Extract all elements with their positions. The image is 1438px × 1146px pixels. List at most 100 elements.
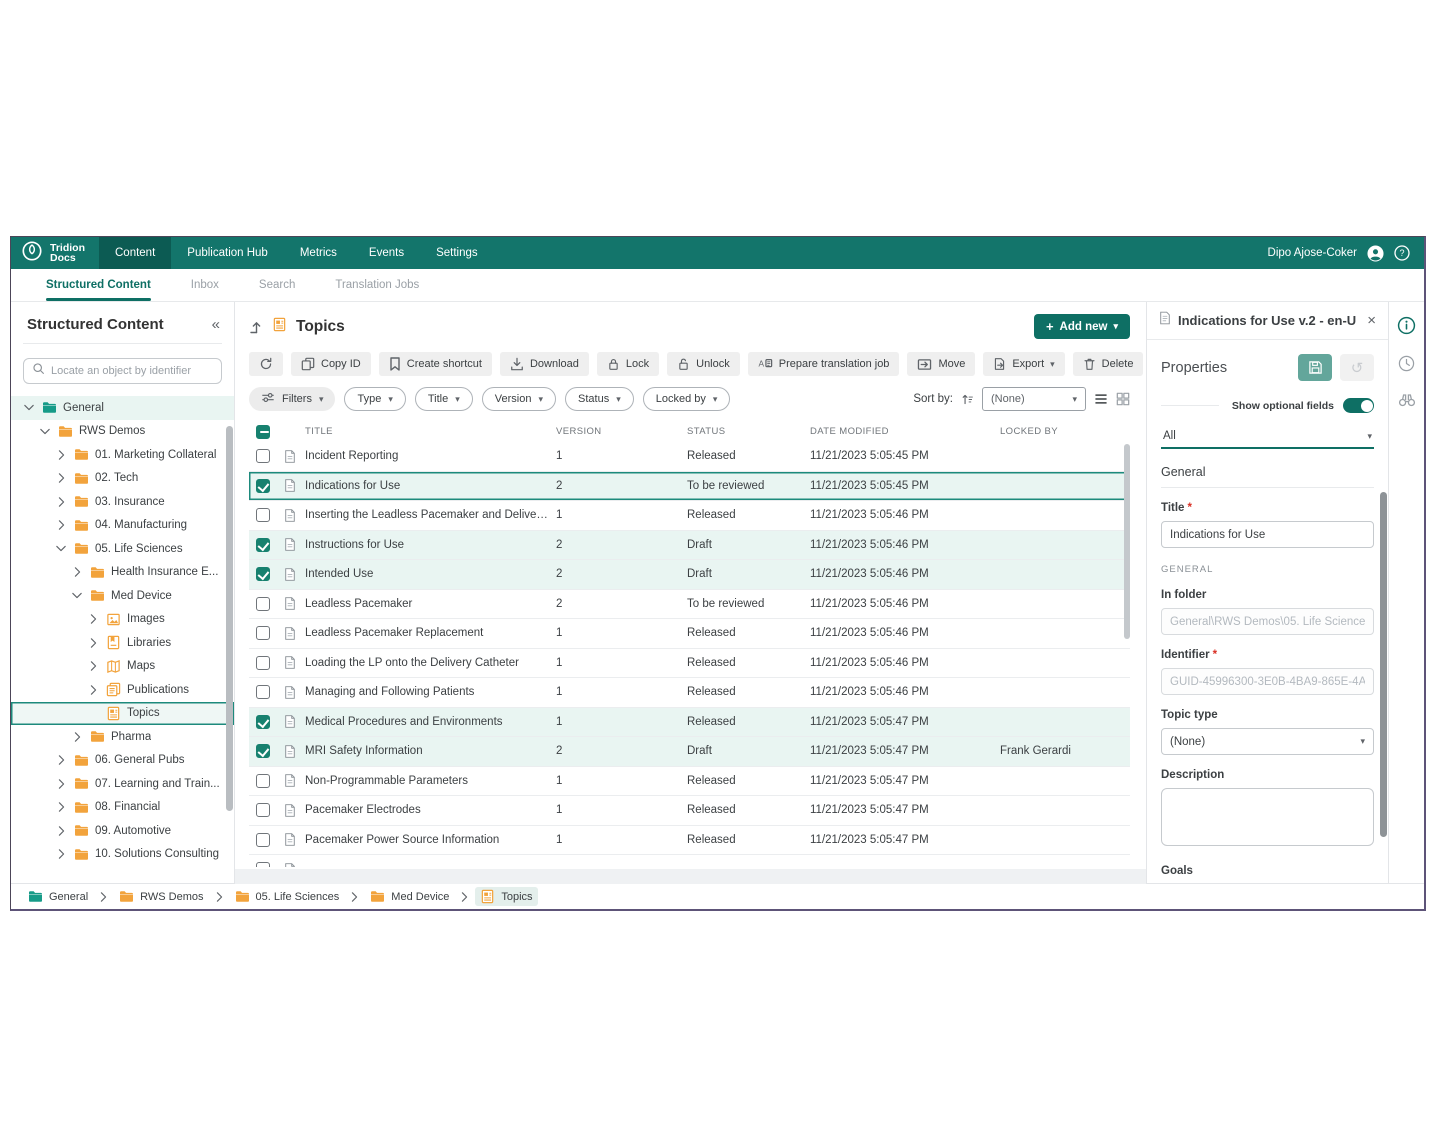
grid-view-icon[interactable] [1116,392,1130,406]
copy-id-button[interactable]: Copy ID [291,352,371,376]
table-row-instructions-for-use[interactable]: Instructions for Use2Draft11/21/2023 5:0… [249,531,1130,561]
tree-item-publications[interactable]: Publications [11,678,234,702]
table-row-pacemaker-power-source-information[interactable]: Pacemaker Power Source Information1Relea… [249,826,1130,856]
tree-item-maps[interactable]: Maps [11,655,234,679]
sidebar-search[interactable] [23,358,222,384]
sort-direction-icon[interactable] [961,393,974,406]
table-row-medical-procedures-and-environments[interactable]: Medical Procedures and Environments1Rele… [249,708,1130,738]
row-checkbox[interactable] [256,833,270,847]
row-checkbox[interactable] [256,567,270,581]
download-button[interactable]: Download [500,352,589,376]
tree-item-med-device[interactable]: Med Device [11,584,234,608]
tree-item-02-tech[interactable]: 02. Tech [11,467,234,491]
prepare-translation-job-button[interactable]: APrepare translation job [748,352,900,376]
row-checkbox[interactable] [256,479,270,493]
topnav-item-content[interactable]: Content [99,237,171,269]
tree-item-05-life-sciences[interactable]: 05. Life Sciences [11,537,234,561]
undo-button[interactable]: ↺ [1340,354,1374,381]
filters-button[interactable]: Filters ▾ [249,387,335,411]
tree-item-06-general-pubs[interactable]: 06. General Pubs [11,749,234,773]
info-icon[interactable] [1397,316,1416,335]
tree-item-08-financial[interactable]: 08. Financial [11,796,234,820]
table-row-managing-and-following-patients[interactable]: Managing and Following Patients1Released… [249,678,1130,708]
tree-item-04-manufacturing[interactable]: 04. Manufacturing [11,514,234,538]
tree-item-07-learning-and-train[interactable]: 07. Learning and Train... [11,772,234,796]
table-row-inserting-the-leadless-pacemaker-and-delivery-catheter[interactable]: Inserting the Leadless Pacemaker and Del… [249,501,1130,531]
chevron-right-icon[interactable] [55,473,67,483]
subnav-item-inbox[interactable]: Inbox [191,269,219,301]
table-row-mri-safety-information[interactable]: MRI Safety Information2Draft11/21/2023 5… [249,737,1130,767]
topnav-item-publication-hub[interactable]: Publication Hub [171,237,284,269]
chevron-right-icon[interactable] [55,779,67,789]
tree-item-images[interactable]: Images [11,608,234,632]
table-row-loading-the-lp-onto-the-delivery-catheter[interactable]: Loading the LP onto the Delivery Cathete… [249,649,1130,679]
breadcrumb-item-general[interactable]: General [23,888,93,905]
chevron-right-icon[interactable] [55,826,67,836]
select-all-checkbox[interactable] [256,425,270,439]
row-checkbox[interactable] [256,774,270,788]
tree-item-topics[interactable]: Topics [11,702,234,726]
breadcrumb-item-rws-demos[interactable]: RWS Demos [114,888,208,905]
chevron-right-icon[interactable] [55,497,67,507]
breadcrumb-item-topics[interactable]: Topics [475,887,537,906]
close-icon[interactable]: × [1367,313,1376,328]
topnav-item-events[interactable]: Events [353,237,420,269]
help-icon[interactable]: ? [1394,245,1410,261]
create-shortcut-button[interactable]: Create shortcut [379,352,492,376]
collapse-sidebar-icon[interactable]: « [212,316,220,333]
chevron-down-icon[interactable] [71,592,83,599]
lock-button[interactable]: Lock [597,352,659,376]
chevron-down-icon[interactable] [55,545,67,552]
topic-type-select[interactable]: (None) ▾ [1161,728,1374,755]
export-button[interactable]: Export▾ [983,352,1064,376]
topnav-item-settings[interactable]: Settings [420,237,494,269]
chevron-right-icon[interactable] [55,520,67,530]
tree-item-libraries[interactable]: Libraries [11,631,234,655]
chevron-right-icon[interactable] [55,802,67,812]
tree-item-pharma[interactable]: Pharma [11,725,234,749]
title-field[interactable] [1161,521,1374,548]
row-checkbox[interactable] [256,656,270,670]
field-filter-select[interactable]: All ▾ [1161,425,1374,449]
row-checkbox[interactable] [256,538,270,552]
tree-item-health-insurance-e[interactable]: Health Insurance E... [11,561,234,585]
subnav-item-search[interactable]: Search [259,269,295,301]
subnav-item-structured-content[interactable]: Structured Content [46,269,151,301]
row-checkbox[interactable] [256,744,270,758]
tree-item-01-marketing-collateral[interactable]: 01. Marketing Collateral [11,443,234,467]
row-checkbox[interactable] [256,597,270,611]
row-checkbox[interactable] [256,626,270,640]
delete-button[interactable]: Delete [1073,352,1144,376]
chevron-right-icon[interactable] [71,567,83,577]
panel-scrollbar[interactable] [1380,492,1387,837]
breadcrumb-item-05-life-sciences[interactable]: 05. Life Sciences [230,888,345,905]
row-checkbox[interactable] [256,449,270,463]
row-checkbox[interactable] [256,715,270,729]
table-scrollbar[interactable] [1124,444,1130,639]
unlock-button[interactable]: Unlock [667,352,740,376]
preview-icon[interactable] [1398,392,1416,407]
search-input[interactable] [51,365,213,377]
up-level-icon[interactable] [249,320,263,334]
sidebar-scrollbar[interactable] [226,426,233,811]
tree-item-03-insurance[interactable]: 03. Insurance [11,490,234,514]
chevron-right-icon[interactable] [71,732,83,742]
breadcrumb-item-med-device[interactable]: Med Device [365,888,454,905]
chevron-right-icon[interactable] [87,614,99,624]
filter-pill-version[interactable]: Version▾ [482,387,556,411]
table-row-leadless-pacemaker-replacement[interactable]: Leadless Pacemaker Replacement1Released1… [249,619,1130,649]
move-button[interactable]: Move [907,352,975,376]
chevron-right-icon[interactable] [55,755,67,765]
tree-item-10-solutions-consulting[interactable]: 10. Solutions Consulting [11,843,234,867]
table-row-pacemaker-electrodes[interactable]: Pacemaker Electrodes1Released11/21/2023 … [249,796,1130,826]
chevron-right-icon[interactable] [87,685,99,695]
row-checkbox[interactable] [256,508,270,522]
tree-item-09-automotive[interactable]: 09. Automotive [11,819,234,843]
user-avatar[interactable] [1367,245,1384,262]
filter-pill-locked-by[interactable]: Locked by▾ [643,387,731,411]
sort-select[interactable]: (None) ▾ [982,387,1086,411]
filter-pill-type[interactable]: Type▾ [344,387,405,411]
chevron-right-icon[interactable] [55,450,67,460]
row-checkbox[interactable] [256,685,270,699]
list-view-icon[interactable] [1094,393,1108,405]
